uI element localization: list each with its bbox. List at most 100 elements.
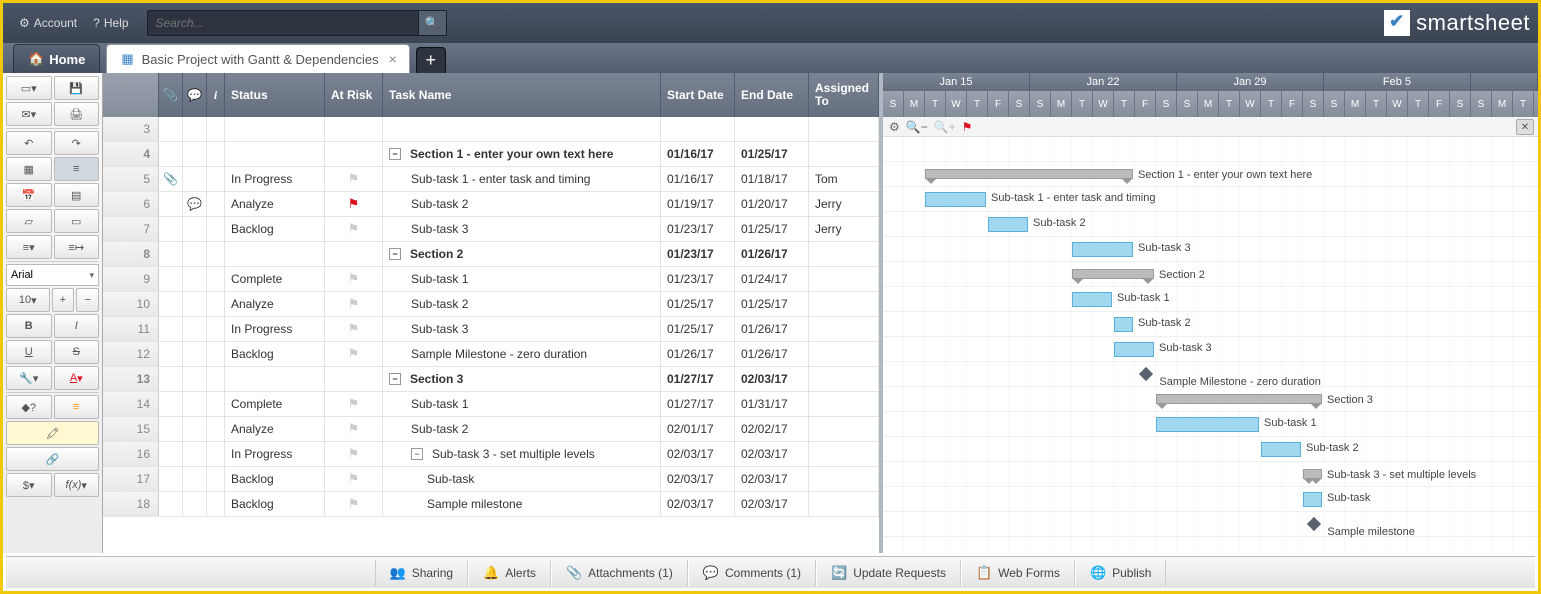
cell-start[interactable] <box>661 117 735 141</box>
cell-comment[interactable] <box>183 267 207 291</box>
cell-risk[interactable]: ⚑ <box>325 267 383 291</box>
cell-assigned[interactable] <box>809 417 879 441</box>
cell-attach[interactable] <box>159 342 183 366</box>
cell-comment[interactable]: 💬 <box>183 192 207 216</box>
col-comments[interactable]: 💬 <box>183 73 207 117</box>
cell-comment[interactable] <box>183 317 207 341</box>
cell-task[interactable]: −Sub-task 3 - set multiple levels <box>383 442 661 466</box>
table-row[interactable]: 13−Section 301/27/1702/03/17 <box>103 367 879 392</box>
cell-assigned[interactable] <box>809 242 879 266</box>
highlight-button[interactable]: ▭ <box>54 209 100 233</box>
col-risk[interactable]: At Risk <box>325 73 383 117</box>
text-color-button[interactable]: A▾ <box>54 366 100 390</box>
cell-start[interactable]: 02/03/17 <box>661 467 735 491</box>
table-row[interactable]: 18Backlog⚑Sample milestone02/03/1702/03/… <box>103 492 879 517</box>
gantt-row[interactable]: Sub-task 1 <box>883 412 1538 437</box>
col-start[interactable]: Start Date <box>661 73 735 117</box>
cell-start[interactable]: 01/23/17 <box>661 217 735 241</box>
cell-attach[interactable] <box>159 242 183 266</box>
card-view-button[interactable]: ▤ <box>54 183 100 207</box>
goto-today-icon[interactable]: ⚑ <box>962 120 973 134</box>
table-row[interactable]: 16In Progress⚑−Sub-task 3 - set multiple… <box>103 442 879 467</box>
cell-start[interactable]: 01/23/17 <box>661 267 735 291</box>
gantt-row[interactable]: Section 1 - enter your own text here <box>883 162 1538 187</box>
fontsize-up-button[interactable]: + <box>52 288 75 312</box>
cell-start[interactable]: 01/27/17 <box>661 367 735 391</box>
cell-status[interactable]: Complete <box>225 267 325 291</box>
cell-assigned[interactable] <box>809 467 879 491</box>
cell-attach[interactable] <box>159 467 183 491</box>
gantt-row[interactable]: Sub-task 1 <box>883 287 1538 312</box>
cell-task[interactable]: Sub-task 1 <box>383 392 661 416</box>
cell-start[interactable]: 02/01/17 <box>661 417 735 441</box>
cell-task[interactable]: Sub-task <box>383 467 661 491</box>
cell-task[interactable]: −Section 3 <box>383 367 661 391</box>
search-input[interactable] <box>147 10 419 36</box>
cell-status[interactable]: Backlog <box>225 492 325 516</box>
cell-end[interactable]: 02/03/17 <box>735 492 809 516</box>
filter-button[interactable]: ▱ <box>6 209 52 233</box>
cell-assigned[interactable] <box>809 342 879 366</box>
cell-risk[interactable] <box>325 242 383 266</box>
cell-risk[interactable] <box>325 367 383 391</box>
expander-icon[interactable]: − <box>389 373 401 385</box>
col-assigned[interactable]: Assigned To <box>809 73 879 117</box>
cell-risk[interactable] <box>325 117 383 141</box>
search-button[interactable]: 🔍 <box>419 10 447 36</box>
cell-attach[interactable] <box>159 417 183 441</box>
cell-comment[interactable] <box>183 367 207 391</box>
col-end[interactable]: End Date <box>735 73 809 117</box>
gantt-close-button[interactable]: ✕ <box>1516 119 1534 135</box>
save-button[interactable]: 💾 <box>54 76 100 100</box>
cell-task[interactable]: Sub-task 1 - enter task and timing <box>383 167 661 191</box>
attachments-button[interactable]: 📎Attachments (1) <box>551 560 688 586</box>
cell-comment[interactable] <box>183 292 207 316</box>
gantt-task-bar[interactable]: Sub-task 1 <box>1072 292 1112 307</box>
cell-attach[interactable] <box>159 142 183 166</box>
alerts-button[interactable]: 🔔Alerts <box>468 560 551 586</box>
gantt-row[interactable]: Section 3 <box>883 387 1538 412</box>
cell-assigned[interactable] <box>809 292 879 316</box>
table-row[interactable]: 11In Progress⚑Sub-task 301/25/1701/26/17 <box>103 317 879 342</box>
cell-risk[interactable]: ⚑ <box>325 292 383 316</box>
cell-comment[interactable] <box>183 117 207 141</box>
table-row[interactable]: 3 <box>103 117 879 142</box>
fontsize-select[interactable]: 10 ▾ <box>6 288 50 312</box>
underline-button[interactable]: U <box>6 340 52 364</box>
cell-end[interactable]: 01/25/17 <box>735 142 809 166</box>
cell-end[interactable]: 01/18/17 <box>735 167 809 191</box>
cell-task[interactable]: Sub-task 3 <box>383 317 661 341</box>
gantt-summary-bar[interactable]: Section 1 - enter your own text here <box>925 169 1133 179</box>
webforms-button[interactable]: 📋Web Forms <box>961 560 1075 586</box>
gantt-task-bar[interactable]: Sub-task 1 <box>1156 417 1259 432</box>
cell-end[interactable]: 02/03/17 <box>735 467 809 491</box>
cell-task[interactable]: Sub-task 2 <box>383 417 661 441</box>
cell-risk[interactable]: ⚑ <box>325 192 383 216</box>
cell-attach[interactable] <box>159 367 183 391</box>
gantt-body[interactable]: Section 1 - enter your own text here Sub-… <box>883 137 1538 553</box>
calendar-view-button[interactable]: 📅 <box>6 183 52 207</box>
currency-button[interactable]: $▾ <box>6 473 52 497</box>
gantt-milestone[interactable]: Sample milestone <box>1306 517 1320 531</box>
gantt-row[interactable]: Sub-task 3 <box>883 237 1538 262</box>
gantt-row[interactable]: Sample milestone <box>883 512 1538 537</box>
formula-button[interactable]: f(x)▾ <box>54 473 100 497</box>
expander-icon[interactable]: − <box>389 248 401 260</box>
table-row[interactable]: 17Backlog⚑Sub-task02/03/1702/03/17 <box>103 467 879 492</box>
cell-attach[interactable] <box>159 292 183 316</box>
cell-assigned[interactable]: Jerry <box>809 192 879 216</box>
gantt-row[interactable]: Sub-task 2 <box>883 312 1538 337</box>
cell-start[interactable]: 01/25/17 <box>661 317 735 341</box>
cell-status[interactable] <box>225 142 325 166</box>
cell-end[interactable]: 02/03/17 <box>735 367 809 391</box>
sheet-menu-button[interactable]: ▭▾ <box>6 76 52 100</box>
gantt-row[interactable]: Sub-task 3 <box>883 337 1538 362</box>
cell-end[interactable]: 02/02/17 <box>735 417 809 441</box>
gantt-row[interactable]: Sub-task 2 <box>883 212 1538 237</box>
gantt-task-bar[interactable]: Sub-task <box>1303 492 1322 507</box>
tab-sheet[interactable]: ▦ Basic Project with Gantt & Dependencie… <box>106 44 410 73</box>
account-link[interactable]: ⚙ Account <box>11 12 85 34</box>
table-row[interactable]: 12Backlog⚑Sample Milestone - zero durati… <box>103 342 879 367</box>
cell-task[interactable] <box>383 117 661 141</box>
gantt-summary-bar[interactable]: Sub-task 3 - set multiple levels <box>1303 469 1322 479</box>
